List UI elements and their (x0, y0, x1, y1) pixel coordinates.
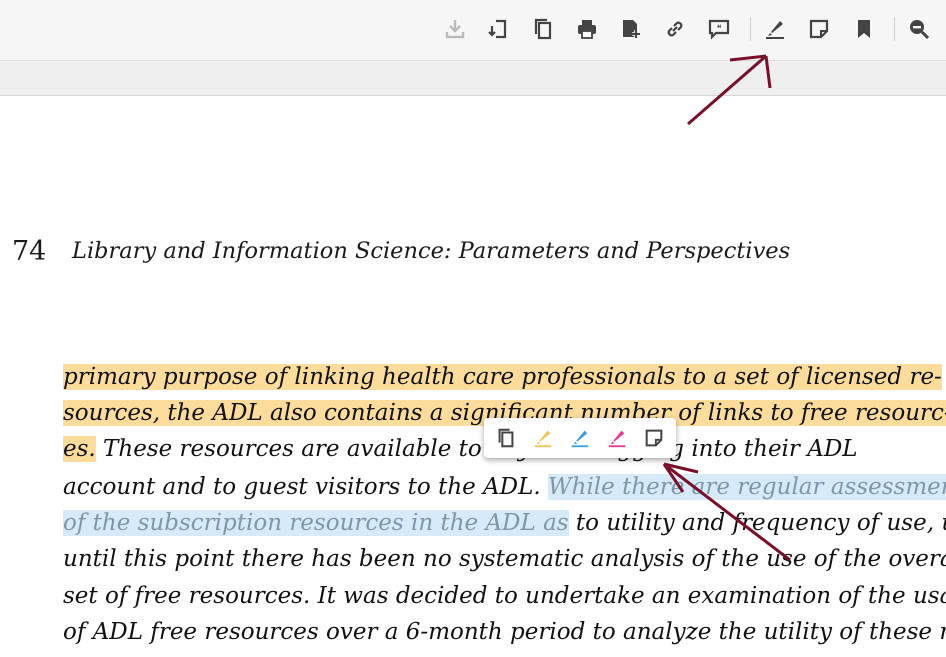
rotate-button[interactable] (485, 14, 513, 44)
copy-icon (498, 428, 514, 448)
highlight-yellow-span[interactable]: primary purpose of linking health care p… (63, 364, 942, 390)
highlighter-yellow-icon (534, 430, 552, 448)
highlighter-icon (766, 21, 784, 39)
text-span[interactable]: of ADL free resources over a 6-month per… (63, 619, 946, 645)
note-button[interactable] (805, 14, 833, 44)
text-line[interactable]: until this point there has been no syste… (63, 541, 946, 577)
selection-highlight-span[interactable]: of the subscription resources in the ADL… (63, 510, 569, 536)
popup-highlight-yellow-button[interactable] (528, 423, 558, 453)
sticky-note-icon (809, 19, 829, 39)
svg-text:❝: ❝ (717, 24, 722, 34)
toolbar-separator (894, 17, 895, 41)
link-icon (667, 21, 683, 37)
copy-button[interactable] (529, 14, 557, 44)
print-button[interactable] (573, 14, 601, 44)
bookmark-icon (858, 20, 870, 38)
download-button[interactable] (441, 14, 469, 44)
secondary-toolbar (0, 61, 946, 96)
comment-icon: ❝ (708, 19, 730, 40)
text-line[interactable]: primary purpose of linking health care p… (63, 359, 942, 395)
highlighter-pink-icon (608, 430, 626, 448)
bookmark-button[interactable] (850, 14, 878, 44)
highlighter-blue-icon (571, 430, 589, 448)
highlight-yellow-span[interactable]: es. (63, 436, 96, 462)
popup-note-button[interactable] (639, 423, 669, 453)
text-line[interactable]: es. These resources are available to any… (63, 431, 858, 467)
comment-button[interactable]: ❝ (705, 14, 733, 44)
highlight-button[interactable] (761, 14, 789, 44)
popup-copy-button[interactable] (491, 423, 521, 453)
rotate-page-icon (488, 19, 507, 39)
annotation-popup (484, 418, 676, 458)
selection-highlight-span[interactable]: While there are regular assessments (548, 474, 946, 500)
sticky-note-icon (645, 429, 662, 447)
zoom-out-icon (910, 20, 930, 40)
page-number: 74 (12, 236, 47, 267)
add-bookmark-button[interactable] (617, 14, 645, 44)
text-line[interactable]: account and to guest visitors to the ADL… (63, 469, 946, 505)
text-span[interactable]: set of free resources. It was decided to… (63, 583, 946, 609)
toolbar: ❝ (0, 0, 946, 61)
toolbar-separator (750, 17, 751, 41)
add-page-icon (623, 20, 640, 38)
text-span[interactable]: These resources are available to any (96, 436, 538, 462)
popup-highlight-pink-button[interactable] (602, 423, 632, 453)
text-span[interactable]: to utility and frequency of use, up (569, 510, 946, 536)
text-line[interactable]: set of free resources. It was decided to… (63, 578, 946, 614)
text-span[interactable]: account and to guest visitors to the ADL… (63, 474, 548, 500)
link-button[interactable] (661, 14, 689, 44)
popup-highlight-blue-button[interactable] (565, 423, 595, 453)
text-line[interactable]: of ADL free resources over a 6-month per… (63, 614, 946, 650)
print-icon (578, 20, 596, 39)
running-head: Library and Information Science: Paramet… (72, 238, 791, 264)
copy-icon (534, 18, 552, 40)
text-span[interactable]: until this point there has been no syste… (63, 546, 946, 572)
text-line[interactable]: of the subscription resources in the ADL… (63, 505, 946, 541)
download-icon (445, 20, 465, 39)
zoom-out-button[interactable] (905, 14, 933, 44)
